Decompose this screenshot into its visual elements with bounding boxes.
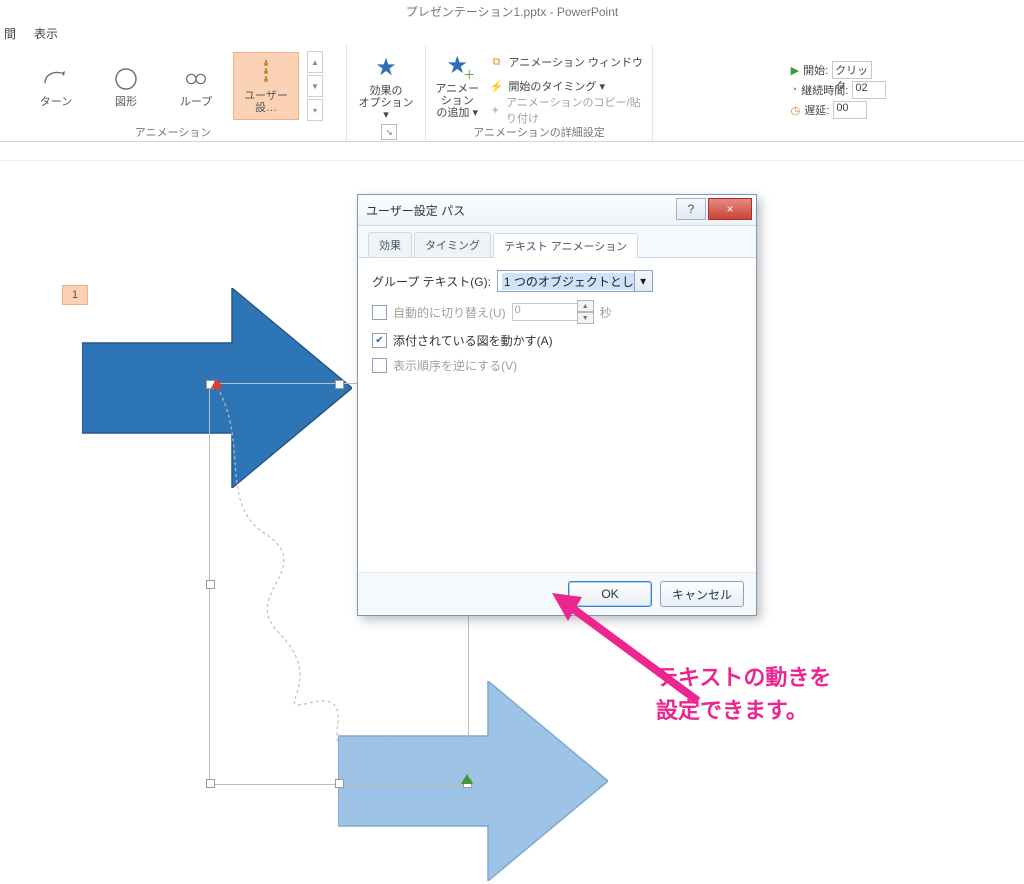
trigger-icon: ⚡ [488, 78, 504, 94]
ribbon-tab-review[interactable]: 間 [4, 25, 16, 42]
ribbon: ターン 図形 ループ ユーザー設… ▲ [0, 45, 1024, 142]
path-end-marker[interactable] [460, 773, 474, 790]
slide-canvas[interactable]: 1 ユーザー設定 パス ? × [0, 161, 1024, 884]
auto-checkbox[interactable] [372, 305, 387, 320]
loop-icon [181, 64, 211, 94]
custom-path-icon [251, 58, 281, 88]
help-icon: ? [688, 202, 695, 216]
title-text: プレゼンテーション1.pptx - PowerPoint [406, 3, 618, 20]
duration-field[interactable]: 02 [852, 81, 886, 99]
shape-icon [111, 64, 141, 94]
group-advanced-label: アニメーションの詳細設定 [473, 124, 605, 140]
reverse-order-checkbox[interactable] [372, 358, 387, 373]
auto-spinner[interactable]: ▲▼ [577, 300, 594, 324]
dialog-tabs: 効果 タイミング テキスト アニメーション [358, 226, 756, 258]
callout-text: テキストの動きを 設定できます。 [656, 661, 831, 727]
tab-effect[interactable]: 効果 [368, 232, 412, 257]
auto-seconds-field[interactable]: 0 [512, 303, 578, 321]
delay-label: 遅延: [804, 102, 829, 118]
reverse-order-label: 表示順序を逆にする(V) [393, 357, 517, 374]
duration-icon: ◔ [791, 84, 798, 96]
group-timing: ▶ 開始: クリック ◔ 継続時間: 02 ◷ 遅延: 00 [653, 45, 1024, 141]
delay-icon: ◷ [791, 104, 801, 117]
effect-loop[interactable]: ループ [163, 52, 229, 120]
group-text-label: グループ テキスト(G): [372, 273, 491, 290]
add-animation-label: アニメーション の追加 ▾ [430, 83, 484, 119]
effect-shape[interactable]: 図形 [93, 52, 159, 120]
group-text-value: 1 つのオブジェクトとして [502, 273, 648, 290]
effect-options-button[interactable]: ★ 効果の オプション ▾ [356, 51, 416, 121]
gallery-scroll: ▲ ▼ ▾ [307, 51, 323, 121]
play-icon: ▶ [791, 64, 799, 77]
painter-icon: ✦ [488, 102, 502, 118]
dialog-launcher[interactable]: ↘ [381, 124, 397, 140]
dialog-body: グループ テキスト(G): 1 つのオブジェクトとして ▾ 自動的に切り替え(U… [358, 258, 756, 572]
effect-custom-path[interactable]: ユーザー設… [233, 52, 299, 120]
animation-pane-label: アニメーション ウィンドウ [508, 54, 643, 70]
tab-timing[interactable]: タイミング [414, 232, 491, 257]
dialog-help-button[interactable]: ? [676, 198, 706, 220]
animation-order-number: 1 [72, 289, 78, 301]
effect-custom-label: ユーザー設… [234, 90, 298, 114]
add-animation-button[interactable]: ★＋ アニメーション の追加 ▾ [430, 49, 484, 119]
animation-pane-button[interactable]: ⧉ アニメーション ウィンドウ [488, 51, 648, 73]
dialog-custom-path: ユーザー設定 パス ? × 効果 タイミング テキスト アニメーション グループ… [357, 194, 757, 616]
window-title: プレゼンテーション1.pptx - PowerPoint [0, 0, 1024, 22]
trigger-label: 開始のタイミング ▾ [508, 78, 605, 94]
tab-text-animation[interactable]: テキスト アニメーション [493, 233, 638, 258]
start-label: 開始: [803, 62, 828, 78]
duration-label: 継続時間: [801, 82, 848, 98]
dialog-close-button[interactable]: × [708, 198, 752, 220]
group-animation-label: アニメーション [135, 124, 212, 140]
ribbon-tabs: 間 表示 [0, 22, 1024, 45]
effect-loop-label: ループ [180, 96, 212, 108]
gallery-more-icon[interactable]: ▾ [307, 99, 323, 121]
close-icon: × [726, 202, 733, 216]
star-icon: ★ [370, 51, 402, 83]
callout-line2: 設定できます。 [656, 694, 831, 727]
group-advanced-animation: ★＋ アニメーション の追加 ▾ ⧉ アニメーション ウィンドウ ⚡ 開始のタイ… [426, 45, 653, 141]
effect-turn[interactable]: ターン [23, 52, 89, 120]
delay-field[interactable]: 00 [833, 101, 867, 119]
auto-label: 自動的に切り替え(U) [393, 304, 506, 321]
add-star-icon: ★＋ [441, 49, 473, 81]
ruler [0, 142, 1024, 161]
dialog-titlebar[interactable]: ユーザー設定 パス ? × [358, 195, 756, 226]
auto-unit: 秒 [600, 304, 612, 321]
animation-painter-button[interactable]: ✦ アニメーションのコピー/貼り付け [488, 99, 648, 121]
chevron-down-icon: ▾ [634, 271, 652, 291]
group-effect-options: ★ 効果の オプション ▾ ↘ [347, 45, 426, 141]
dialog-title: ユーザー設定 パス [366, 202, 465, 219]
callout-line1: テキストの動きを [656, 661, 831, 694]
ribbon-tab-view[interactable]: 表示 [34, 25, 58, 42]
animate-shape-checkbox[interactable]: ✔ [372, 333, 387, 348]
turn-icon [41, 64, 71, 94]
pane-icon: ⧉ [488, 54, 504, 70]
animate-shape-label: 添付されている図を動かす(A) [393, 332, 553, 349]
group-animation: ターン 図形 ループ ユーザー設… ▲ [0, 45, 347, 141]
gallery-down-icon[interactable]: ▼ [307, 75, 323, 97]
painter-label: アニメーションのコピー/貼り付け [506, 94, 648, 126]
start-field[interactable]: クリック [832, 61, 872, 79]
gallery-up-icon[interactable]: ▲ [307, 51, 323, 73]
effect-options-label: 効果の オプション ▾ [356, 85, 416, 121]
effect-turn-label: ターン [40, 96, 72, 108]
path-start-marker[interactable] [210, 377, 224, 394]
effect-shape-label: 図形 [115, 96, 137, 108]
group-text-combo[interactable]: 1 つのオブジェクトとして ▾ [497, 270, 653, 292]
